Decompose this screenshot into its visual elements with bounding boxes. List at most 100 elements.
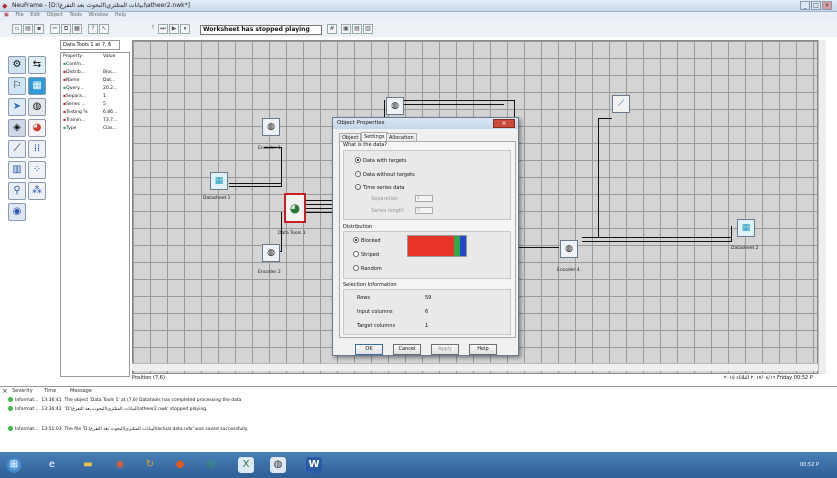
- help-button[interactable]: Help: [469, 344, 497, 355]
- radio-data-without-targets[interactable]: Data without targets: [355, 171, 415, 178]
- copy-icon[interactable]: ⧉: [61, 24, 71, 34]
- separation-input[interactable]: 1: [415, 195, 433, 202]
- graph-tool-icon[interactable]: ◈: [8, 119, 26, 137]
- folder-icon[interactable]: ▬: [80, 457, 96, 473]
- prop-value[interactable]: Dat...: [103, 78, 115, 83]
- help-icon[interactable]: ?: [88, 24, 98, 34]
- chrome-icon[interactable]: ◎: [203, 457, 219, 473]
- vertical-scrollbar[interactable]: [818, 40, 826, 374]
- dots-tool-icon[interactable]: ⁘: [28, 161, 46, 179]
- connector: [582, 241, 732, 242]
- menu-file[interactable]: File: [15, 12, 23, 18]
- media-icon[interactable]: ◉: [112, 457, 128, 473]
- encoder-node[interactable]: ◍: [262, 244, 280, 262]
- paste-icon[interactable]: ▦: [72, 24, 82, 34]
- encoder-node[interactable]: ◍: [262, 118, 280, 136]
- distribution-training-block: [408, 236, 455, 256]
- menu-window[interactable]: Window: [88, 12, 108, 18]
- log-header-time[interactable]: Time: [44, 388, 56, 394]
- radio-striped[interactable]: Striped: [353, 251, 379, 258]
- firefox-icon[interactable]: ●: [172, 457, 188, 473]
- prop-value[interactable]: Bloc...: [103, 70, 117, 75]
- menu-object[interactable]: Object: [47, 12, 63, 18]
- hybrid-tool-icon[interactable]: ⇆: [28, 56, 46, 74]
- menu-tools[interactable]: Tools: [69, 12, 81, 18]
- cluster-tool-icon[interactable]: ⁂: [28, 182, 46, 200]
- datasheet-tool-icon[interactable]: ▦: [28, 77, 46, 95]
- cancel-button[interactable]: Cancel: [393, 344, 421, 355]
- horizontal-scrollbar[interactable]: [132, 363, 818, 371]
- datasheet-node[interactable]: ▦: [737, 219, 755, 237]
- encoder-node[interactable]: ◍: [386, 97, 404, 115]
- view3-icon[interactable]: ▥: [363, 24, 373, 34]
- arrow-app-icon[interactable]: ↻: [142, 457, 158, 473]
- prop-value[interactable]: 6.86...: [103, 110, 117, 115]
- close-button[interactable]: ×: [822, 1, 832, 10]
- log-row[interactable]: Informat... 13:36:41 The object 'Data To…: [8, 397, 241, 403]
- minimize-button[interactable]: _: [800, 1, 810, 10]
- prop-value[interactable]: 1: [103, 94, 106, 99]
- tree-tool-icon[interactable]: ⚲: [8, 182, 26, 200]
- play-icon[interactable]: ▶: [169, 24, 179, 34]
- radio-time-series[interactable]: Time series data: [355, 184, 404, 191]
- skip-icon[interactable]: ⏭: [158, 24, 168, 34]
- prop-value[interactable]: 20.2...: [103, 86, 117, 91]
- step-icon[interactable]: !: [148, 24, 158, 34]
- close-log-icon[interactable]: ×: [2, 387, 8, 395]
- pie-tool-icon[interactable]: ◕: [28, 119, 46, 137]
- prop-value[interactable]: Clas...: [103, 126, 117, 131]
- filter-tool-icon[interactable]: ⚐: [8, 77, 26, 95]
- tab-object[interactable]: Object: [339, 133, 362, 141]
- prop-name: Name: [66, 78, 80, 83]
- apply-button[interactable]: Apply: [431, 344, 459, 355]
- globe-tool-icon[interactable]: ◉: [8, 203, 26, 221]
- log-row[interactable]: Informat... 13:51:03 The file 'D:\البيان…: [8, 426, 248, 432]
- tab-settings[interactable]: Settings: [361, 132, 388, 141]
- menu-help[interactable]: Help: [115, 12, 126, 18]
- prop-value[interactable]: 73.7...: [103, 118, 117, 123]
- data-tools-node[interactable]: ◕: [284, 193, 306, 223]
- radio-data-with-targets[interactable]: Data with targets: [355, 157, 407, 164]
- prop-name: Distrib...: [66, 70, 86, 75]
- connector: [384, 100, 385, 118]
- new-icon[interactable]: ▫: [12, 24, 22, 34]
- columns-tool-icon[interactable]: ▥: [8, 161, 26, 179]
- neuframe-taskbar-icon[interactable]: ◍: [270, 457, 286, 473]
- series-length-input[interactable]: 5: [415, 207, 433, 214]
- start-icon[interactable]: ⊞: [6, 457, 22, 473]
- log-header-message[interactable]: Message: [70, 388, 92, 394]
- cut-icon[interactable]: ✂: [50, 24, 60, 34]
- pointer-help-icon[interactable]: ↖: [99, 24, 109, 34]
- ie-icon[interactable]: e: [44, 457, 60, 473]
- view1-icon[interactable]: ▣: [341, 24, 351, 34]
- open-icon[interactable]: ▤: [23, 24, 33, 34]
- tab-allocation[interactable]: Allocation: [386, 133, 417, 141]
- excel-icon[interactable]: X: [238, 457, 254, 473]
- pause-icon[interactable]: ⏸: [180, 24, 190, 34]
- encoder-node[interactable]: ◍: [560, 240, 578, 258]
- log-header-severity[interactable]: Severity: [12, 388, 33, 394]
- maximize-button[interactable]: □: [811, 1, 821, 10]
- properties-selector[interactable]: Data Tools 1 at 7, 6: [60, 40, 120, 50]
- word-icon[interactable]: W: [306, 457, 322, 473]
- arrow-tool-icon[interactable]: ➤: [8, 98, 26, 116]
- menu-edit[interactable]: Edit: [30, 12, 40, 18]
- network-tool-icon[interactable]: ⚙: [8, 56, 26, 74]
- save-icon[interactable]: ▪: [34, 24, 44, 34]
- log-row[interactable]: Informat... 13:36:42 'D:\البيانات المتلث…: [8, 406, 208, 412]
- datasheet-node[interactable]: ▦: [210, 172, 228, 190]
- clock-status: ٢٠١٧/٠٤/١٦ الثلاثاء ٢٠١٥ Friday 00:52 P: [724, 375, 813, 381]
- radio-blocked[interactable]: Blocked: [353, 237, 381, 244]
- prop-value[interactable]: 5: [103, 102, 106, 107]
- info-icon: [8, 426, 13, 431]
- radio-random[interactable]: Random: [353, 265, 382, 272]
- view2-icon[interactable]: ▤: [352, 24, 362, 34]
- matrix-tool-icon[interactable]: ⁞⁞: [28, 140, 46, 158]
- encoder-tool-icon[interactable]: ◍: [28, 98, 46, 116]
- ok-button[interactable]: OK: [355, 344, 383, 355]
- dialog-close-button[interactable]: ×: [493, 119, 515, 128]
- chart-node[interactable]: ⟋: [612, 95, 630, 113]
- grid-toggle-icon[interactable]: #: [327, 24, 337, 34]
- chart-tool-icon[interactable]: ⟋: [8, 140, 26, 158]
- connector: [229, 183, 281, 184]
